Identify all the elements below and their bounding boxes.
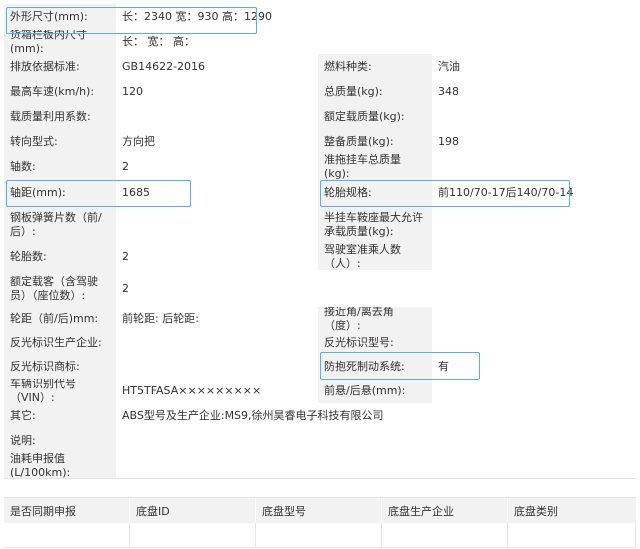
spec-value — [432, 307, 636, 331]
spec-label: 载质量利用系数: — [4, 104, 116, 129]
spec-row-steering: 转向型式: 方向把 整备质量(kg): 198 — [4, 129, 636, 155]
spec-value: 前110/70-17后140/70-14 — [432, 179, 636, 206]
spec-label: 接近角/离去角（度）: — [318, 307, 432, 331]
spec-value: HT5TFASA××××××××× — [116, 379, 318, 403]
spec-row-other: 其它: ABS型号及生产企业:MS9,徐州昊睿电子科技有限公司 — [4, 403, 636, 429]
spec-value — [432, 244, 636, 270]
spec-value — [116, 453, 636, 478]
spec-label: 轮距（前/后)mm: — [4, 307, 116, 331]
spec-label: 车辆识别代号（VIN）: — [4, 379, 116, 403]
vehicle-spec-table: 外形尺寸(mm): 长：2340 宽：930 高：1290 货箱栏板内尺寸(mm… — [4, 4, 636, 479]
spec-value: 方向把 — [116, 129, 318, 154]
spec-value: 2 — [116, 154, 318, 179]
spec-value — [116, 428, 636, 453]
spec-row-cargo-box: 货箱栏板内尺寸(mm): 长： 宽： 高： — [4, 30, 636, 55]
spec-value — [432, 104, 636, 129]
spec-row-dimensions: 外形尺寸(mm): 长：2340 宽：930 高：1290 — [4, 4, 636, 31]
spec-value: 198 — [432, 129, 636, 154]
spec-row-leaf-springs: 钢板弹簧片数（前/后）: 半挂车鞍座最大允许承载质量(kg): — [4, 206, 636, 245]
spec-label: 燃料种类: — [318, 54, 432, 79]
spec-label: 货箱栏板内尺寸(mm): — [4, 30, 116, 54]
spec-row-notes: 说明: — [4, 428, 636, 454]
chassis-cell — [382, 523, 508, 547]
chassis-table-row — [4, 523, 636, 548]
spec-row-max-speed: 最高车速(km/h): 120 总质量(kg): 348 — [4, 79, 636, 105]
chassis-header-cell: 底盘型号 — [256, 498, 382, 524]
spec-label: 其它: — [4, 403, 116, 428]
spec-value: 前轮距: 后轮距: — [116, 307, 318, 331]
chassis-header-cell: 底盘ID — [130, 498, 256, 524]
spec-label: 半挂车鞍座最大允许承载质量(kg): — [318, 206, 432, 244]
spec-row-fuel-consumption: 油耗申报值(L/100km): — [4, 453, 636, 479]
spec-row-reflector-maker: 反光标识生产企业: 反光标识型号: — [4, 331, 636, 356]
spec-label: 反光标识型号: — [318, 331, 432, 355]
chassis-table: 是否同期申报 底盘ID 底盘型号 底盘生产企业 底盘类别 — [4, 497, 636, 548]
spec-value — [116, 104, 318, 129]
spec-row-track: 轮距（前/后)mm: 前轮距: 后轮距: 接近角/离去角（度）: — [4, 307, 636, 332]
spec-value: 汽油 — [432, 54, 636, 79]
spec-label: 整备质量(kg): — [318, 129, 432, 154]
chassis-cell — [4, 523, 130, 547]
spec-value: 1685 — [116, 179, 318, 206]
spec-label: 额定载质量(kg): — [318, 104, 432, 129]
spec-value — [432, 206, 636, 244]
spec-row-emission: 排放依据标准: GB14622-2016 燃料种类: 汽油 — [4, 54, 636, 80]
spec-value: 2 — [116, 270, 636, 307]
chassis-header-cell: 是否同期申报 — [4, 498, 130, 524]
chassis-cell — [130, 523, 256, 547]
spec-label: 外形尺寸(mm): — [4, 4, 116, 30]
spec-label: 驾驶室准乘人数（人）: — [318, 244, 432, 270]
spec-label: 轴距(mm): — [4, 179, 116, 206]
spec-label: 轴数: — [4, 154, 116, 179]
spec-row-axles: 轴数: 2 准拖挂车总质量(kg): — [4, 154, 636, 180]
spec-row-reflector-brand: 反光标识商标: 防抱死制动系统: 有 — [4, 355, 636, 380]
spec-label: 最高车速(km/h): — [4, 79, 116, 104]
spec-value: 长：2340 宽：930 高：1290 — [116, 4, 636, 30]
spec-value: ABS型号及生产企业:MS9,徐州昊睿电子科技有限公司 — [116, 403, 636, 428]
chassis-cell — [256, 523, 382, 547]
spec-label: 转向型式: — [4, 129, 116, 154]
spec-row-passengers: 额定载客（含驾驶员）（座位数）: 2 — [4, 270, 636, 308]
spec-label: 轮胎规格: — [318, 179, 432, 206]
spec-label: 说明: — [4, 428, 116, 453]
spec-row-vin: 车辆识别代号（VIN）: HT5TFASA××××××××× 前悬/后悬(mm)… — [4, 379, 636, 404]
chassis-header-cell: 底盘生产企业 — [382, 498, 508, 524]
spec-value — [432, 154, 636, 179]
spec-value — [116, 331, 318, 355]
spec-value: 2 — [116, 244, 318, 270]
spec-value: GB14622-2016 — [116, 54, 318, 79]
spec-value — [432, 379, 636, 403]
spec-row-wheelbase: 轴距(mm): 1685 轮胎规格: 前110/70-17后140/70-14 — [4, 179, 636, 207]
spec-value — [432, 331, 636, 355]
spec-label: 额定载客（含驾驶员）（座位数）: — [4, 270, 116, 307]
spec-value: 长： 宽： 高： — [116, 30, 636, 54]
spec-label: 反光标识商标: — [4, 355, 116, 379]
spec-label: 排放依据标准: — [4, 54, 116, 79]
spec-label: 准拖挂车总质量(kg): — [318, 154, 432, 179]
spec-value: 348 — [432, 79, 636, 104]
spec-label: 反光标识生产企业: — [4, 331, 116, 355]
spec-value — [116, 355, 318, 379]
spec-label: 油耗申报值(L/100km): — [4, 453, 116, 478]
spec-value: 120 — [116, 79, 318, 104]
spec-label: 钢板弹簧片数（前/后）: — [4, 206, 116, 244]
spec-value — [116, 206, 318, 244]
chassis-table-header: 是否同期申报 底盘ID 底盘型号 底盘生产企业 底盘类别 — [4, 497, 636, 524]
spec-row-tires: 轮胎数: 2 驾驶室准乘人数（人）: — [4, 244, 636, 271]
spec-label: 总质量(kg): — [318, 79, 432, 104]
spec-label: 前悬/后悬(mm): — [318, 379, 432, 403]
spec-label: 防抱死制动系统: — [318, 355, 432, 379]
chassis-header-cell: 底盘类别 — [514, 505, 558, 518]
chassis-cell — [508, 523, 636, 547]
spec-value: 有 — [432, 355, 636, 379]
spec-row-load-factor: 载质量利用系数: 额定载质量(kg): — [4, 104, 636, 130]
spec-label: 轮胎数: — [4, 244, 116, 270]
